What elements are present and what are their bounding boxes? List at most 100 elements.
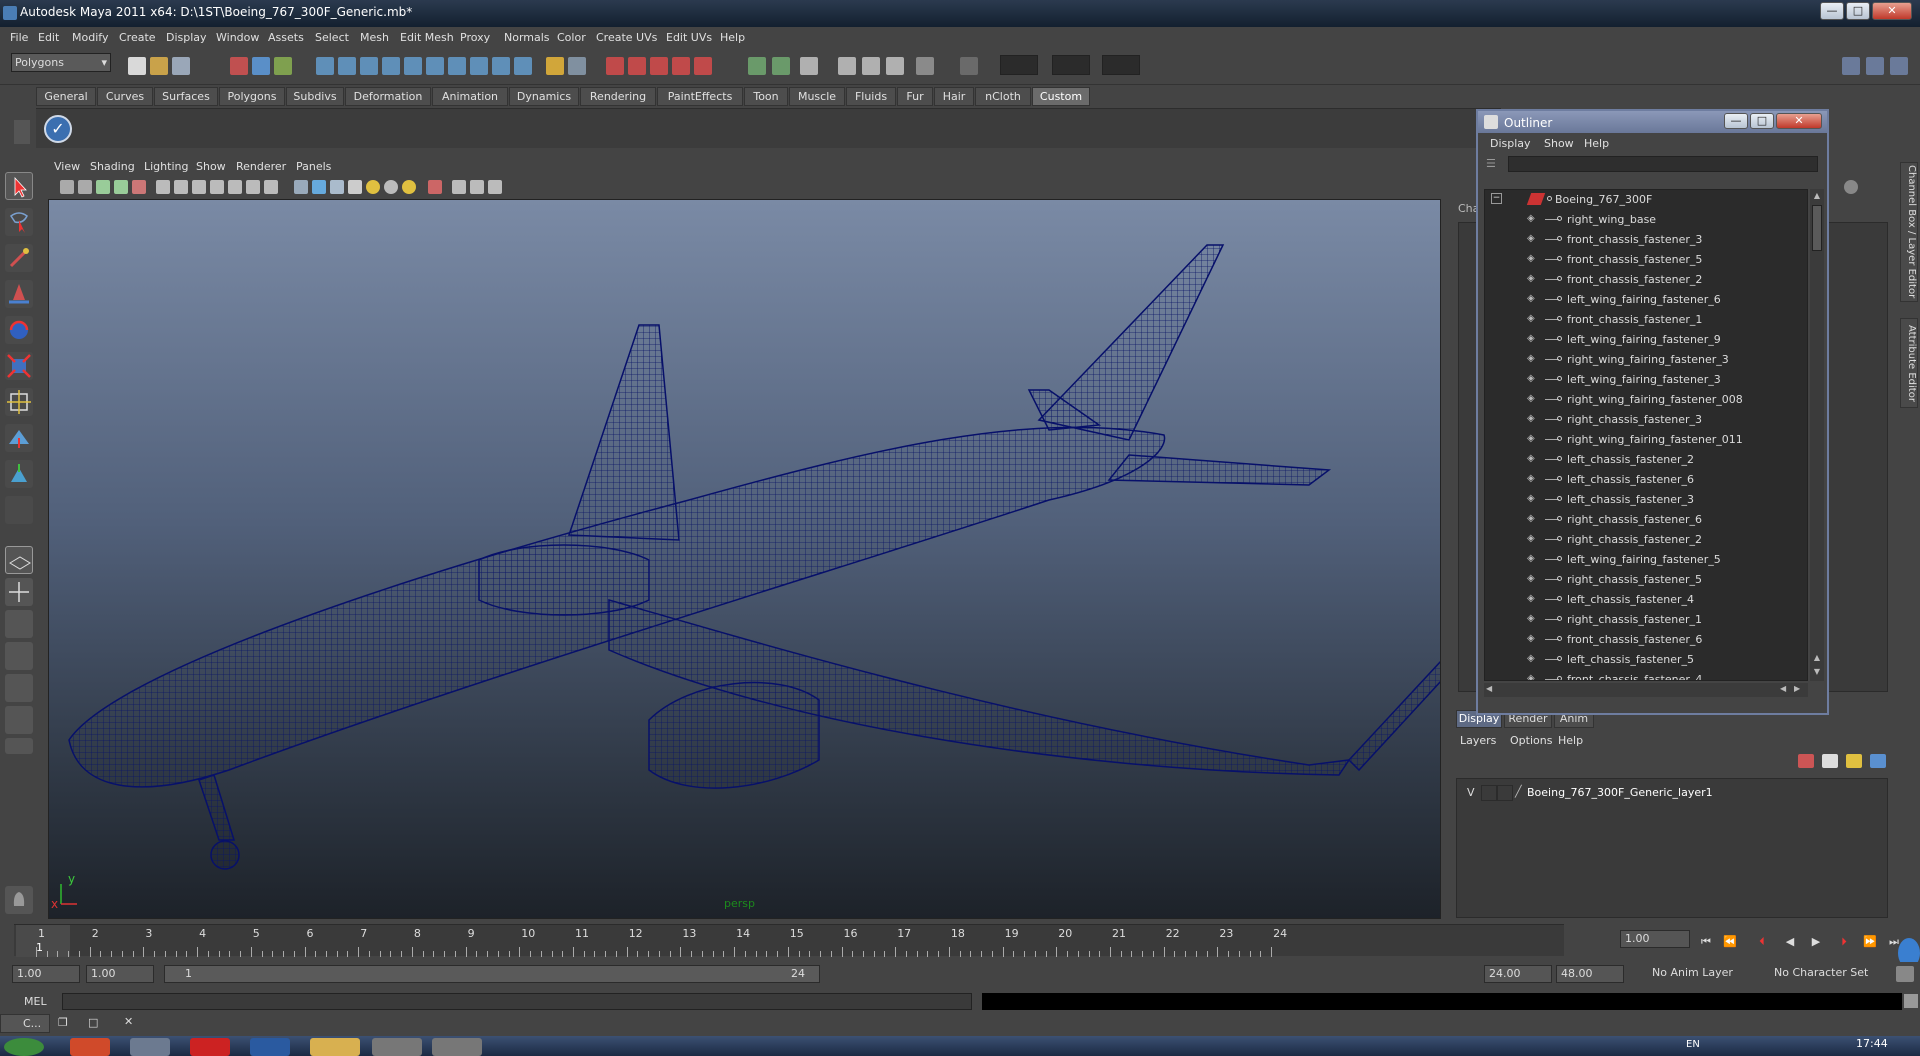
outliner-row[interactable]: ◈ left_chassis_fastener_2 xyxy=(1485,450,1805,470)
photoshop-taskbar-icon[interactable] xyxy=(250,1038,290,1056)
max-taskbar-icon[interactable] xyxy=(372,1038,422,1056)
layer-visibility-toggle[interactable]: V xyxy=(1467,786,1475,799)
layout-menu-icon[interactable] xyxy=(5,738,33,754)
hypershade-layout-icon[interactable] xyxy=(5,674,33,702)
select-object-icon[interactable] xyxy=(252,57,270,75)
magnet-icon[interactable] xyxy=(650,57,668,75)
snap-plane-icon[interactable] xyxy=(382,57,400,75)
layer-type-toggle[interactable] xyxy=(1481,785,1497,801)
show-manipulator-icon[interactable] xyxy=(5,460,33,488)
chrome-taskbar-icon[interactable] xyxy=(70,1038,110,1056)
input-ops-icon[interactable] xyxy=(748,57,766,75)
maximize-icon[interactable]: □ xyxy=(88,1016,102,1029)
help-line-icon[interactable] xyxy=(514,57,532,75)
shelf-tab-deformation[interactable]: Deformation xyxy=(345,87,431,106)
outliner-maximize-button[interactable]: □ xyxy=(1750,113,1774,129)
z-field[interactable] xyxy=(1102,55,1140,75)
film-gate-icon[interactable] xyxy=(174,180,188,194)
snap-view-icon[interactable] xyxy=(426,57,444,75)
paint-select-tool-icon[interactable] xyxy=(5,244,33,272)
shelf-tab-curves[interactable]: Curves xyxy=(97,87,153,106)
render-settings-icon[interactable] xyxy=(886,57,904,75)
shelf-tab-hair[interactable]: Hair xyxy=(934,87,974,106)
rotate-tool-icon[interactable] xyxy=(5,316,33,344)
last-tool-icon[interactable] xyxy=(5,496,33,524)
history-icon[interactable] xyxy=(606,57,624,75)
command-input[interactable] xyxy=(62,993,972,1010)
shelf-tab-general[interactable]: General xyxy=(36,87,96,106)
outliner-row[interactable]: ◈ left_wing_fairing_fastener_6 xyxy=(1485,290,1805,310)
hypershade-icon[interactable] xyxy=(916,57,934,75)
menu-assets[interactable]: Assets xyxy=(268,31,304,44)
outliner-root-row[interactable]: − Boeing_767_300F xyxy=(1485,190,1805,210)
character-set-select[interactable]: No Character Set xyxy=(1770,965,1890,983)
outliner-row[interactable]: ◈ left_chassis_fastener_5 xyxy=(1485,650,1805,670)
construction-history-icon[interactable] xyxy=(628,57,646,75)
menu-color[interactable]: Color xyxy=(557,31,586,44)
outliner-row[interactable]: ◈ left_chassis_fastener_6 xyxy=(1485,470,1805,490)
shelf-tab-animation[interactable]: Animation xyxy=(432,87,508,106)
snap-vertex-icon[interactable] xyxy=(470,57,488,75)
maximize-button[interactable]: □ xyxy=(1846,2,1870,20)
viewport-menu-shading[interactable]: Shading xyxy=(90,160,135,173)
explorer-taskbar-icon[interactable] xyxy=(310,1038,360,1056)
step-back-frame-icon[interactable]: ⏴ xyxy=(1754,934,1770,950)
outliner-row[interactable]: ◈ front_chassis_fastener_5 xyxy=(1485,250,1805,270)
xray-joints-icon[interactable] xyxy=(470,180,484,194)
acrobat-taskbar-icon[interactable] xyxy=(190,1038,230,1056)
select-hierarchy-icon[interactable] xyxy=(230,57,248,75)
channel-box-icon[interactable] xyxy=(1866,57,1884,75)
default-light-icon[interactable] xyxy=(366,180,380,194)
outliner-filter-field[interactable] xyxy=(1508,156,1818,172)
outliner-minimize-button[interactable]: — xyxy=(1724,113,1748,129)
field-chart-icon[interactable] xyxy=(228,180,242,194)
play-forward-icon[interactable]: ▶ xyxy=(1808,934,1824,950)
restore-icon[interactable]: ❐ xyxy=(58,1016,72,1029)
selection-mask-icon[interactable] xyxy=(568,57,586,75)
snap-live-icon[interactable] xyxy=(404,57,422,75)
outliner-row[interactable]: ◈ front_chassis_fastener_3 xyxy=(1485,230,1805,250)
shelf-tab-polygons[interactable]: Polygons xyxy=(219,87,285,106)
persp-graph-layout-icon[interactable] xyxy=(5,642,33,670)
script-editor-icon[interactable] xyxy=(1904,994,1918,1008)
viewport-menu-panels[interactable]: Panels xyxy=(296,160,331,173)
save-scene-icon[interactable] xyxy=(172,57,190,75)
outliner-close-button[interactable]: ✕ xyxy=(1776,113,1822,129)
shelf-tab-rendering[interactable]: Rendering xyxy=(580,87,656,106)
ipr-render-icon[interactable] xyxy=(862,57,880,75)
step-forward-key-icon[interactable]: ⏩ xyxy=(1862,934,1878,950)
range-bar[interactable]: 1 24 xyxy=(164,965,820,983)
scroll-down-icon[interactable]: ▲ xyxy=(1811,653,1823,663)
step-forward-frame-icon[interactable]: ⏵ xyxy=(1836,934,1852,950)
camera-attributes-icon[interactable] xyxy=(78,180,92,194)
graph-layout-icon[interactable] xyxy=(5,706,33,734)
new-layer-icon[interactable] xyxy=(1798,754,1814,768)
gate-mask-icon[interactable] xyxy=(210,180,224,194)
outliner-row[interactable]: ◈ right_chassis_fastener_3 xyxy=(1485,410,1805,430)
outliner-row[interactable]: ◈ left_chassis_fastener_3 xyxy=(1485,490,1805,510)
two-d-pan-icon[interactable] xyxy=(132,180,146,194)
wireframe-on-shaded-icon[interactable] xyxy=(330,180,344,194)
four-pane-layout-icon[interactable] xyxy=(5,578,33,606)
scroll-thumb[interactable] xyxy=(1812,205,1822,251)
snap-together-icon[interactable] xyxy=(672,57,690,75)
menu-modify[interactable]: Modify xyxy=(72,31,108,44)
outliner-row[interactable]: ◈ right_chassis_fastener_6 xyxy=(1485,510,1805,530)
outliner-menu-display[interactable]: Display xyxy=(1490,137,1531,150)
outliner-row[interactable]: ◈ right_wing_base xyxy=(1485,210,1805,230)
outliner-row[interactable]: ◈ left_wing_fairing_fastener_9 xyxy=(1485,330,1805,350)
persp-outliner-layout-icon[interactable] xyxy=(5,610,33,638)
current-time-field[interactable]: 1.00 xyxy=(1620,930,1690,948)
playback-start-field[interactable]: 1.00 xyxy=(86,965,154,983)
outliner-row[interactable]: ◈ front_chassis_fastener_6 xyxy=(1485,630,1805,650)
shelf-tab-ncloth[interactable]: nCloth xyxy=(975,87,1031,106)
menu-mesh[interactable]: Mesh xyxy=(360,31,389,44)
new-empty-layer-icon[interactable] xyxy=(1822,754,1838,768)
select-component-icon[interactable] xyxy=(274,57,292,75)
outliner-row[interactable]: ◈ right_wing_fairing_fastener_008 xyxy=(1485,390,1805,410)
x-field[interactable] xyxy=(1000,55,1038,75)
menu-help[interactable]: Help xyxy=(720,31,745,44)
smooth-shade-icon[interactable] xyxy=(312,180,326,194)
move-tool-icon[interactable] xyxy=(5,280,33,308)
layer-name[interactable]: Boeing_767_300F_Generic_layer1 xyxy=(1527,786,1713,799)
